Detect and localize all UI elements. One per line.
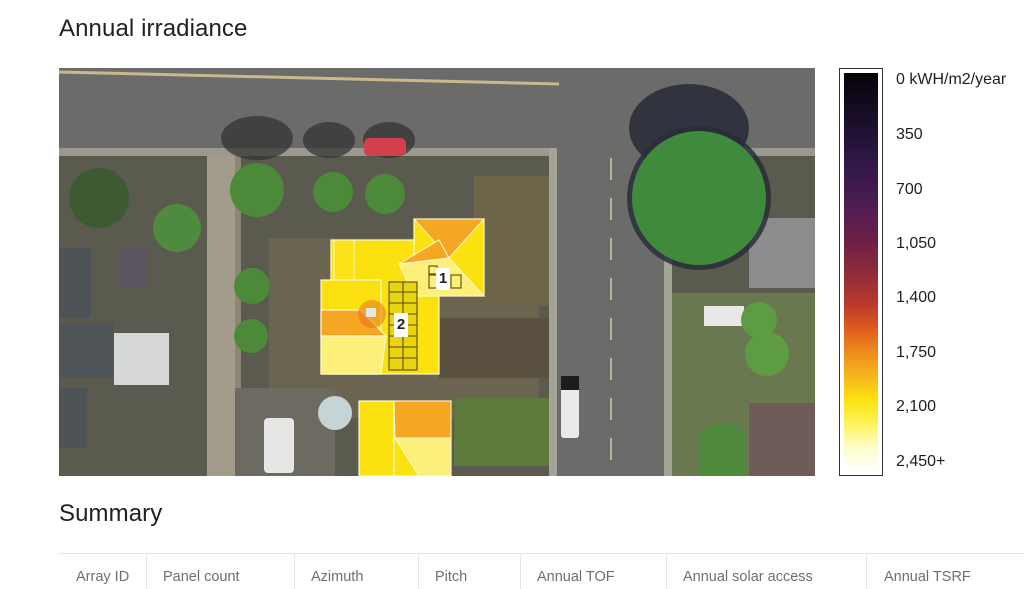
summary-table-header: Array ID Panel count Azimuth Pitch Annua…: [59, 554, 1024, 589]
col-annual-tsrf[interactable]: Annual TSRF: [866, 554, 971, 589]
annual-irradiance-title: Annual irradiance: [59, 15, 248, 42]
col-panel-count[interactable]: Panel count: [146, 554, 240, 589]
legend-label-2100: 2,100: [896, 398, 937, 415]
irradiance-legend-colorbar: [839, 68, 883, 476]
array-label-2[interactable]: 2: [394, 313, 408, 337]
array-label-1[interactable]: 1: [436, 268, 450, 290]
legend-label-350: 350: [896, 126, 923, 143]
roof-neighbor: [358, 400, 452, 476]
legend-label-2450: 2,450+: [896, 453, 946, 470]
col-azimuth[interactable]: Azimuth: [294, 554, 363, 589]
col-annual-tof[interactable]: Annual TOF: [520, 554, 615, 589]
col-pitch[interactable]: Pitch: [418, 554, 467, 589]
tree-overlay: [632, 131, 766, 265]
summary-title: Summary: [59, 500, 163, 527]
col-annual-solar-access[interactable]: Annual solar access: [666, 554, 813, 589]
legend-label-1750: 1,750: [896, 344, 937, 361]
legend-gradient: [844, 73, 878, 471]
legend-label-1400: 1,400: [896, 289, 937, 306]
irradiance-map[interactable]: 1 2: [59, 68, 815, 476]
legend-label-1050: 1,050: [896, 235, 937, 252]
col-array-id[interactable]: Array ID: [76, 554, 129, 589]
legend-label-0: 0 kWH/m2/year: [896, 71, 1007, 88]
legend-label-700: 700: [896, 181, 923, 198]
